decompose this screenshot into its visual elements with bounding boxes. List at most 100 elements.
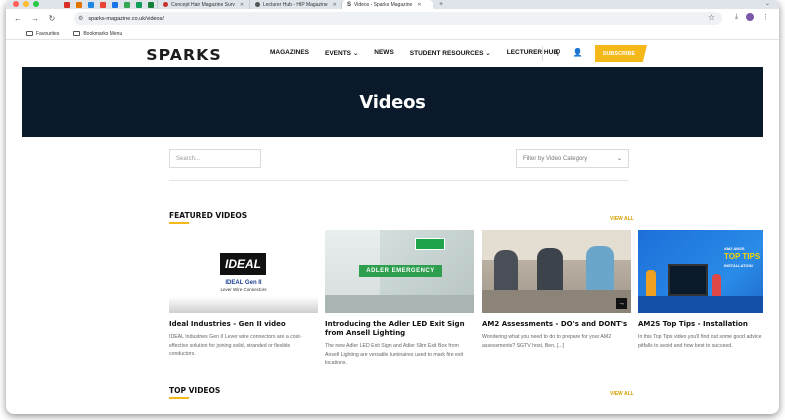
browser-tab[interactable]: Concept Hair Magazine Surv ✕	[157, 0, 249, 9]
video-thumbnail[interactable]: IDEAL IDEAL Gen II Lever Wire Connectors	[169, 230, 318, 313]
thumb-caption: IDEAL Gen II	[225, 280, 262, 286]
nav-lecturer-hub[interactable]: LECTURER HUB	[507, 49, 558, 57]
chevron-down-icon: ⌄	[352, 50, 359, 57]
video-card[interactable]: AM2 AM2S TOP TIPS INSTALLATION AM2S Top …	[638, 230, 763, 350]
bookmark-label: Favourites	[36, 30, 60, 37]
nav-student-resources[interactable]: STUDENT RESOURCES ⌄	[410, 49, 491, 57]
page-title: Videos	[359, 91, 426, 113]
thumb-subcaption: Lever Wire Connectors	[220, 287, 267, 292]
browser-menu-icon[interactable]: ⋮	[762, 13, 769, 21]
pinned-tab[interactable]	[73, 1, 85, 9]
pinned-tab[interactable]	[145, 1, 157, 9]
video-thumbnail[interactable]: AM2 AM2S TOP TIPS INSTALLATION	[638, 230, 763, 313]
tab-label: Videos - Sparks Magazine	[354, 1, 413, 8]
top-videos-heading: TOP VIDEOS	[169, 386, 220, 399]
tab-strip: Concept Hair Magazine Surv ✕ Lecturer Hu…	[6, 0, 779, 9]
bookmark-folder-favourites[interactable]: Favourites	[26, 31, 59, 37]
maximize-window-button[interactable]	[33, 1, 39, 7]
site-icon	[255, 2, 260, 7]
page-hero: Videos	[22, 67, 763, 137]
featured-videos-heading: FEATURED VIDEOS	[169, 211, 247, 224]
video-description: IDEAL Industries Gen II Lever wire conne…	[169, 334, 302, 357]
main-nav: MAGAZINES EVENTS ⌄ NEWS STUDENT RESOURCE…	[270, 49, 574, 57]
tablet-shape	[668, 264, 708, 296]
site-header: SPARKS MAGAZINES EVENTS ⌄ NEWS STUDENT R…	[22, 40, 763, 67]
exit-sign-shape	[415, 238, 445, 250]
video-title[interactable]: AM2S Top Tips - Installation	[638, 320, 763, 329]
subscribe-button[interactable]: SUBSCRIBE	[595, 45, 647, 62]
download-icon[interactable]: ⤓	[735, 13, 738, 21]
browser-tab[interactable]: Lecturer Hub - HIP Magazine ✕	[249, 0, 341, 9]
video-title[interactable]: AM2 Assessments - DO's and DONT's	[482, 320, 631, 329]
web-page: SPARKS MAGAZINES EVENTS ⌄ NEWS STUDENT R…	[22, 40, 763, 414]
profile-avatar[interactable]	[746, 13, 754, 21]
next-arrow-icon[interactable]: →	[616, 298, 627, 309]
forward-arrow-icon[interactable]: →	[30, 14, 40, 23]
workbench	[482, 290, 631, 313]
video-thumbnail[interactable]: →	[482, 230, 631, 313]
video-description: Wondering what you need to do to prepare…	[482, 334, 612, 349]
floor	[325, 295, 474, 313]
search-input[interactable]: Search...	[169, 149, 261, 168]
site-icon	[163, 2, 168, 7]
adler-sign: ADLER EMERGENCY	[359, 265, 442, 277]
video-description: In this Top Tips video you'll find out s…	[638, 334, 763, 349]
reload-icon[interactable]: ↻	[47, 14, 57, 23]
pinned-tab[interactable]	[97, 1, 109, 9]
browser-tab-active[interactable]: S Videos - Sparks Magazine ✕	[341, 0, 433, 9]
close-tab-icon[interactable]: ✕	[240, 2, 244, 8]
nav-events[interactable]: EVENTS ⌄	[325, 49, 358, 57]
stage	[638, 296, 763, 313]
thumb-heading: TOP TIPS	[724, 252, 761, 261]
site-info-icon[interactable]: ⚙	[78, 15, 83, 22]
video-card[interactable]: IDEAL IDEAL Gen II Lever Wire Connectors…	[169, 230, 318, 359]
tab-label: Lecturer Hub - HIP Magazine	[263, 1, 328, 8]
top-videos-view-all-link[interactable]: VIEW ALL	[610, 391, 634, 397]
nav-news[interactable]: NEWS	[374, 49, 394, 57]
thumb-subheading: INSTALLATION	[724, 263, 753, 268]
bookmark-star-icon[interactable]: ☆	[708, 13, 715, 22]
video-card[interactable]: → AM2 Assessments - DO's and DONT's Wond…	[482, 230, 631, 350]
figure-shape	[646, 270, 656, 298]
address-bar[interactable]: ⚙ sparks-magazine.co.uk/videos/ ☆	[74, 12, 722, 25]
video-title[interactable]: Introducing the Adler LED Exit Sign from…	[325, 320, 474, 338]
video-thumbnail[interactable]: ADLER EMERGENCY	[325, 230, 474, 313]
url-text: sparks-magazine.co.uk/videos/	[88, 15, 164, 22]
thumb-badge: AM2 AM2S	[724, 246, 745, 251]
minimize-window-button[interactable]	[23, 1, 29, 7]
sparks-logo[interactable]: SPARKS	[146, 46, 222, 64]
close-window-button[interactable]	[13, 1, 19, 7]
featured-view-all-link[interactable]: VIEW ALL	[610, 216, 634, 222]
folder-icon	[26, 31, 33, 36]
divider	[169, 180, 629, 181]
bookmark-folder-menu[interactable]: Bookmarks Menu	[73, 31, 122, 37]
video-title[interactable]: Ideal Industries - Gen II video	[169, 320, 318, 329]
close-tab-icon[interactable]: ✕	[417, 2, 421, 8]
search-icon[interactable]: ⚲	[555, 48, 561, 57]
pinned-tab[interactable]	[85, 1, 97, 9]
tab-search-chevron-icon[interactable]: ⌄	[765, 0, 770, 7]
video-category-select[interactable]: Filter by Video Category ⌄	[516, 149, 629, 168]
pinned-tab[interactable]	[133, 1, 145, 9]
tab-label: Concept Hair Magazine Surv	[171, 1, 235, 8]
figure-shape	[712, 274, 721, 298]
video-card[interactable]: ADLER EMERGENCY Introducing the Adler LE…	[325, 230, 474, 368]
pinned-tab[interactable]	[109, 1, 121, 9]
nav-divider	[542, 46, 543, 61]
window-controls	[13, 1, 39, 7]
chevron-down-icon: ⌄	[485, 50, 491, 57]
pinned-tab[interactable]	[61, 1, 73, 9]
nav-events-label: EVENTS	[325, 50, 352, 57]
new-tab-icon[interactable]: +	[439, 1, 443, 8]
chevron-down-icon: ⌄	[616, 156, 622, 162]
ideal-logo: IDEAL	[220, 253, 266, 275]
bookmark-label: Bookmarks Menu	[83, 30, 123, 37]
back-arrow-icon[interactable]: ←	[13, 14, 23, 23]
account-icon[interactable]: 👤	[573, 48, 583, 57]
video-description: The new Adler LED Exit Sign and Adler Sl…	[325, 343, 464, 366]
video-category-label: Filter by Video Category	[523, 156, 588, 162]
nav-student-resources-label: STUDENT RESOURCES	[409, 50, 484, 57]
nav-magazines[interactable]: MAGAZINES	[270, 49, 309, 57]
pinned-tab[interactable]	[121, 1, 133, 9]
close-tab-icon[interactable]: ✕	[333, 2, 337, 8]
